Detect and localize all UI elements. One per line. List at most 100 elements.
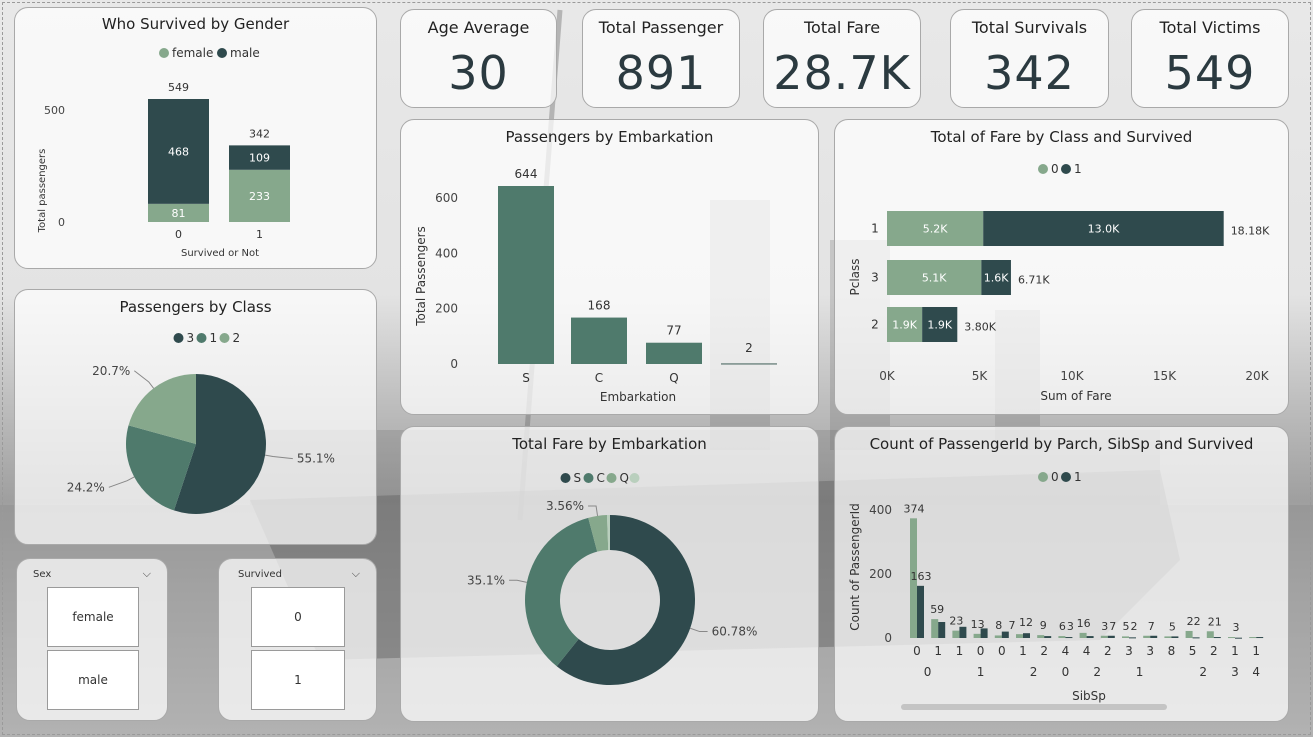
chevron-down-icon[interactable]: ⌵	[143, 567, 151, 581]
embark-data-label: 168	[588, 299, 611, 313]
parch-data-label: 13	[971, 618, 985, 631]
parch-data-label: 163	[911, 570, 932, 583]
fareclass-data-label: 1.6K	[984, 272, 1009, 285]
parch-x-tick: 1	[956, 644, 964, 658]
parch-y-tick: 200	[869, 567, 892, 581]
parch-bar-1	[1213, 637, 1221, 639]
parch-bar-0	[994, 635, 1002, 638]
fare-embark-chart: S C Q 60.78% 35.1% 3.56%	[467, 471, 758, 685]
survived-slicer-label: Survived	[238, 569, 282, 580]
gender-data-label: 233	[249, 190, 270, 203]
fareembark-label: 60.78%	[712, 625, 758, 639]
kpi-value: 28.7K	[773, 46, 911, 100]
parch-bar-1	[938, 622, 946, 638]
embark-bar-card: Passengers by Embarkation Total Passenge…	[400, 119, 819, 415]
class-legend-label: 3	[187, 331, 195, 345]
parch-x-tick: 0	[998, 644, 1006, 658]
gender-x-tick: 0	[175, 228, 182, 241]
fareembark-legend-marker	[629, 473, 640, 483]
parch-sibsp-card: Count of PassengerId by Parch, SibSp and…	[834, 426, 1289, 722]
fareembark-legend-marker	[583, 473, 594, 483]
gender-x-tick: 1	[256, 228, 263, 241]
class-pie-label: 20.7%	[92, 364, 130, 378]
parch-bar-1	[1256, 637, 1264, 639]
kpi-title: Total Fare	[803, 18, 881, 37]
fareclass-total-label: 6.71K	[1018, 274, 1050, 287]
parch-outer-tick: 0	[924, 665, 932, 679]
parch-y-axis-label: Count of PassengerId	[848, 503, 862, 630]
embark-x-tick: S	[522, 371, 530, 385]
fare-embark-card: Total Fare by Embarkation S C Q 60.78% 35.1%…	[400, 426, 819, 722]
kpi-value: 891	[615, 46, 707, 100]
parch-data-label: 21	[1208, 615, 1222, 628]
class-pie-card: Passengers by Class 3 1 2 55.1% 24.2% 20.7%	[14, 289, 377, 545]
parch-bar-1	[1235, 637, 1242, 639]
sex-slicer-item-female[interactable]: female	[47, 587, 139, 647]
parch-x-tick: 8	[1168, 644, 1176, 658]
embark-data-label: 77	[666, 324, 681, 338]
parch-bar-0	[1228, 637, 1235, 639]
class-pie-leader	[265, 454, 293, 460]
parch-scrollbar	[901, 704, 1167, 710]
fareclass-x-tick: 5K	[972, 369, 989, 383]
gender-chart-card: Who Survived by Gender female male Total p…	[14, 7, 377, 269]
class-legend-marker	[173, 333, 184, 343]
class-pie-leader	[108, 476, 135, 488]
sex-slicer-item-male[interactable]: male	[47, 650, 139, 710]
parch-x-tick: 1	[1252, 644, 1260, 658]
embark-y-tick: 600	[435, 191, 458, 205]
fareembark-leader	[690, 627, 708, 633]
embark-bar	[498, 186, 554, 364]
parch-bar-0	[1249, 637, 1257, 639]
parch-data-label: 3	[1101, 620, 1108, 633]
parch-bar-0	[1143, 635, 1151, 638]
gender-x-axis-label: Survived or Not	[181, 248, 259, 259]
parch-legend-marker	[1038, 472, 1048, 482]
fare-class-card: Total of Fare by Class and Survived 0 1 Pc…	[834, 119, 1289, 415]
fareclass-total-label: 3.80K	[964, 321, 996, 334]
parch-data-label: 22	[1187, 615, 1201, 628]
gender-data-label: 109	[249, 152, 270, 165]
fareembark-label: 35.1%	[467, 573, 505, 587]
parch-bar-0	[1058, 636, 1066, 638]
parch-y-tick: 400	[869, 503, 892, 517]
gender-data-label: 81	[172, 207, 186, 220]
parch-bar-1	[1065, 637, 1073, 639]
fareclass-total-label: 18.18K	[1231, 225, 1270, 238]
chevron-down-icon[interactable]: ⌵	[352, 567, 360, 581]
parch-data-label: 23	[949, 615, 963, 628]
survived-slicer-item-0[interactable]: 0	[251, 587, 345, 647]
parch-bar-1	[959, 626, 967, 638]
gender-chart: female male Total passengers 0 500 81 468 549 0 2…	[37, 46, 290, 259]
fareclass-legend-label: 1	[1074, 162, 1082, 176]
kpi-value: 342	[984, 46, 1075, 100]
class-legend-marker	[196, 333, 207, 343]
parch-x-tick: 2	[1040, 644, 1048, 658]
fareclass-y-axis-label: Pclass	[848, 258, 862, 295]
parch-x-tick: 0	[913, 644, 921, 658]
parch-bar-0	[1037, 635, 1045, 638]
kpi-title: Total Passenger	[598, 18, 724, 37]
fareembark-leader	[509, 579, 527, 583]
fareembark-leader	[588, 505, 599, 516]
parch-bar-0	[1185, 630, 1193, 638]
class-pie-chart: 3 1 2 55.1% 24.2% 20.7%	[67, 331, 335, 514]
fareclass-data-label: 1.9K	[892, 319, 917, 332]
fareclass-data-label: 13.0K	[1088, 223, 1120, 236]
fareclass-legend-marker	[1038, 164, 1048, 174]
parch-bar-1	[1129, 637, 1136, 639]
parch-data-label: 3	[1067, 620, 1074, 633]
survived-slicer-item-1[interactable]: 1	[251, 650, 345, 710]
parch-y-tick: 0	[884, 631, 892, 645]
gender-total-label: 342	[249, 127, 270, 140]
parch-bar-1	[1086, 636, 1094, 638]
parch-outer-tick: 1	[977, 665, 985, 679]
parch-x-tick: 1	[1231, 644, 1239, 658]
class-pie-label: 24.2%	[67, 480, 105, 494]
fareembark-legend-label: Q	[620, 471, 629, 485]
parch-x-tick: 4	[1062, 644, 1070, 658]
gender-data-label: 468	[168, 145, 189, 158]
parch-data-label: 9	[1040, 619, 1047, 632]
parch-data-label: 374	[904, 502, 925, 515]
fareclass-x-tick: 10K	[1060, 369, 1084, 383]
